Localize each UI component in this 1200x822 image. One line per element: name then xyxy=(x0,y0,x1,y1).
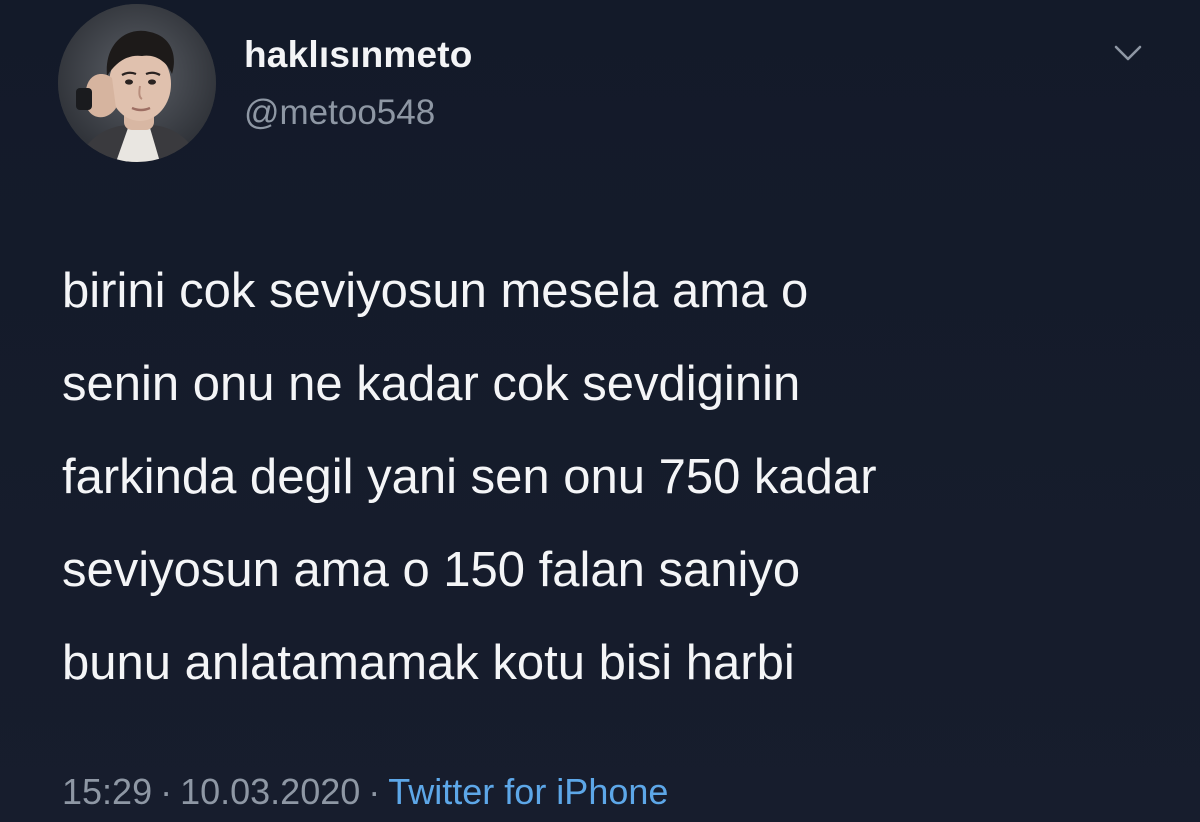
tweet-source-link[interactable]: Twitter for iPhone xyxy=(388,771,668,812)
avatar[interactable] xyxy=(58,4,216,162)
tweet-date[interactable]: 10.03.2020 xyxy=(180,771,360,812)
chevron-down-icon[interactable] xyxy=(1110,38,1146,68)
tweet-time[interactable]: 15:29 xyxy=(62,771,152,812)
tweet-text-line: senin onu ne kadar cok sevdiginin xyxy=(62,357,801,411)
user-handle[interactable]: @metoo548 xyxy=(244,93,435,133)
tweet-text-line: seviyosun ama o 150 falan saniyo xyxy=(62,543,801,597)
tweet-text-line: bunu anlatamamak kotu bisi harbi xyxy=(62,636,795,690)
metadata-separator: · xyxy=(368,771,381,812)
tweet-text-line: farkinda degil yani sen onu 750 kadar xyxy=(62,450,877,504)
metadata-separator: · xyxy=(160,771,173,812)
tweet-text: birini cok seviyosun mesela ama o senin … xyxy=(62,245,1162,710)
tweet-metadata: 15:29 · 10.03.2020 · Twitter for iPhone xyxy=(62,771,668,813)
tweet-text-line: birini cok seviyosun mesela ama o xyxy=(62,264,809,318)
display-name[interactable]: haklısınmeto xyxy=(244,34,473,76)
tweet-card: haklısınmeto @metoo548 birini cok seviyo… xyxy=(0,0,1200,822)
profile-photo-icon xyxy=(58,4,216,162)
